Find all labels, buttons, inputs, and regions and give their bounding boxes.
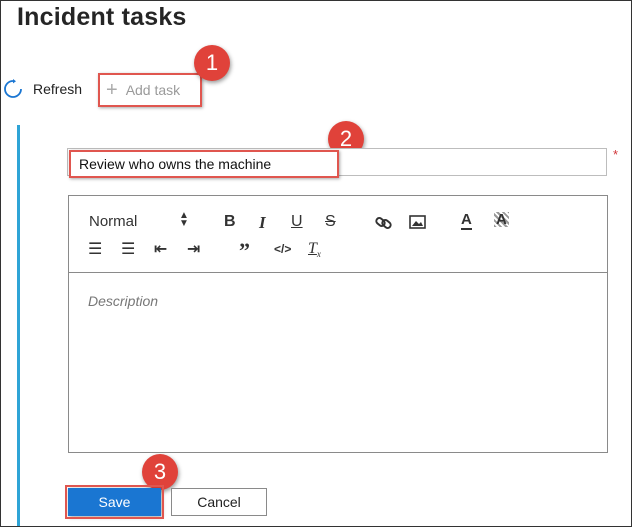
refresh-button[interactable]: Refresh [3,79,82,99]
highlight-icon[interactable]: A [494,212,509,227]
bold-icon[interactable]: B [224,214,236,230]
strikethrough-icon[interactable]: S [325,214,336,230]
indent-icon[interactable]: ⇥ [187,242,200,258]
outdent-icon[interactable]: ⇤ [154,242,167,258]
callout-3: 3 [142,454,178,490]
task-item-accent-bar [17,125,20,526]
underline-icon[interactable]: U [291,214,303,230]
editor-toolbar: Normal ▲ ▼ B I U S A A ☰ ☰ ⇤ ⇥ ” </> Tx [69,196,607,273]
refresh-label: Refresh [33,81,83,97]
font-color-icon[interactable]: A [461,212,472,230]
incident-tasks-panel: Incident tasks Refresh + Add task 1 2 3 … [0,0,632,527]
refresh-icon [4,79,22,98]
image-icon[interactable] [409,215,426,229]
blockquote-icon[interactable]: ” [239,240,250,262]
add-task-label: Add task [125,82,181,98]
plus-icon: + [106,79,118,101]
link-icon[interactable] [375,215,393,231]
italic-icon[interactable]: I [259,214,266,231]
select-arrows-icon: ▲ ▼ [179,210,189,229]
description-placeholder: Description [88,293,159,309]
font-style-select[interactable]: Normal [89,214,137,229]
required-marker: * [613,147,619,162]
clear-format-icon[interactable]: Tx [308,240,321,259]
task-title-value[interactable]: Review who owns the machine [69,150,339,178]
save-button[interactable]: Save [65,485,164,519]
description-editor[interactable]: Normal ▲▼ B I U S A A ☰ ☰ ⇤ ⇥ ” </> Tx [68,195,608,453]
code-icon[interactable]: </> [274,243,291,255]
page-title: Incident tasks [17,3,187,31]
bulleted-list-icon[interactable]: ☰ [121,242,135,258]
add-task-button[interactable]: + Add task [98,73,202,107]
cancel-button[interactable]: Cancel [171,488,267,516]
numbered-list-icon[interactable]: ☰ [88,242,102,258]
callout-1: 1 [194,45,230,81]
